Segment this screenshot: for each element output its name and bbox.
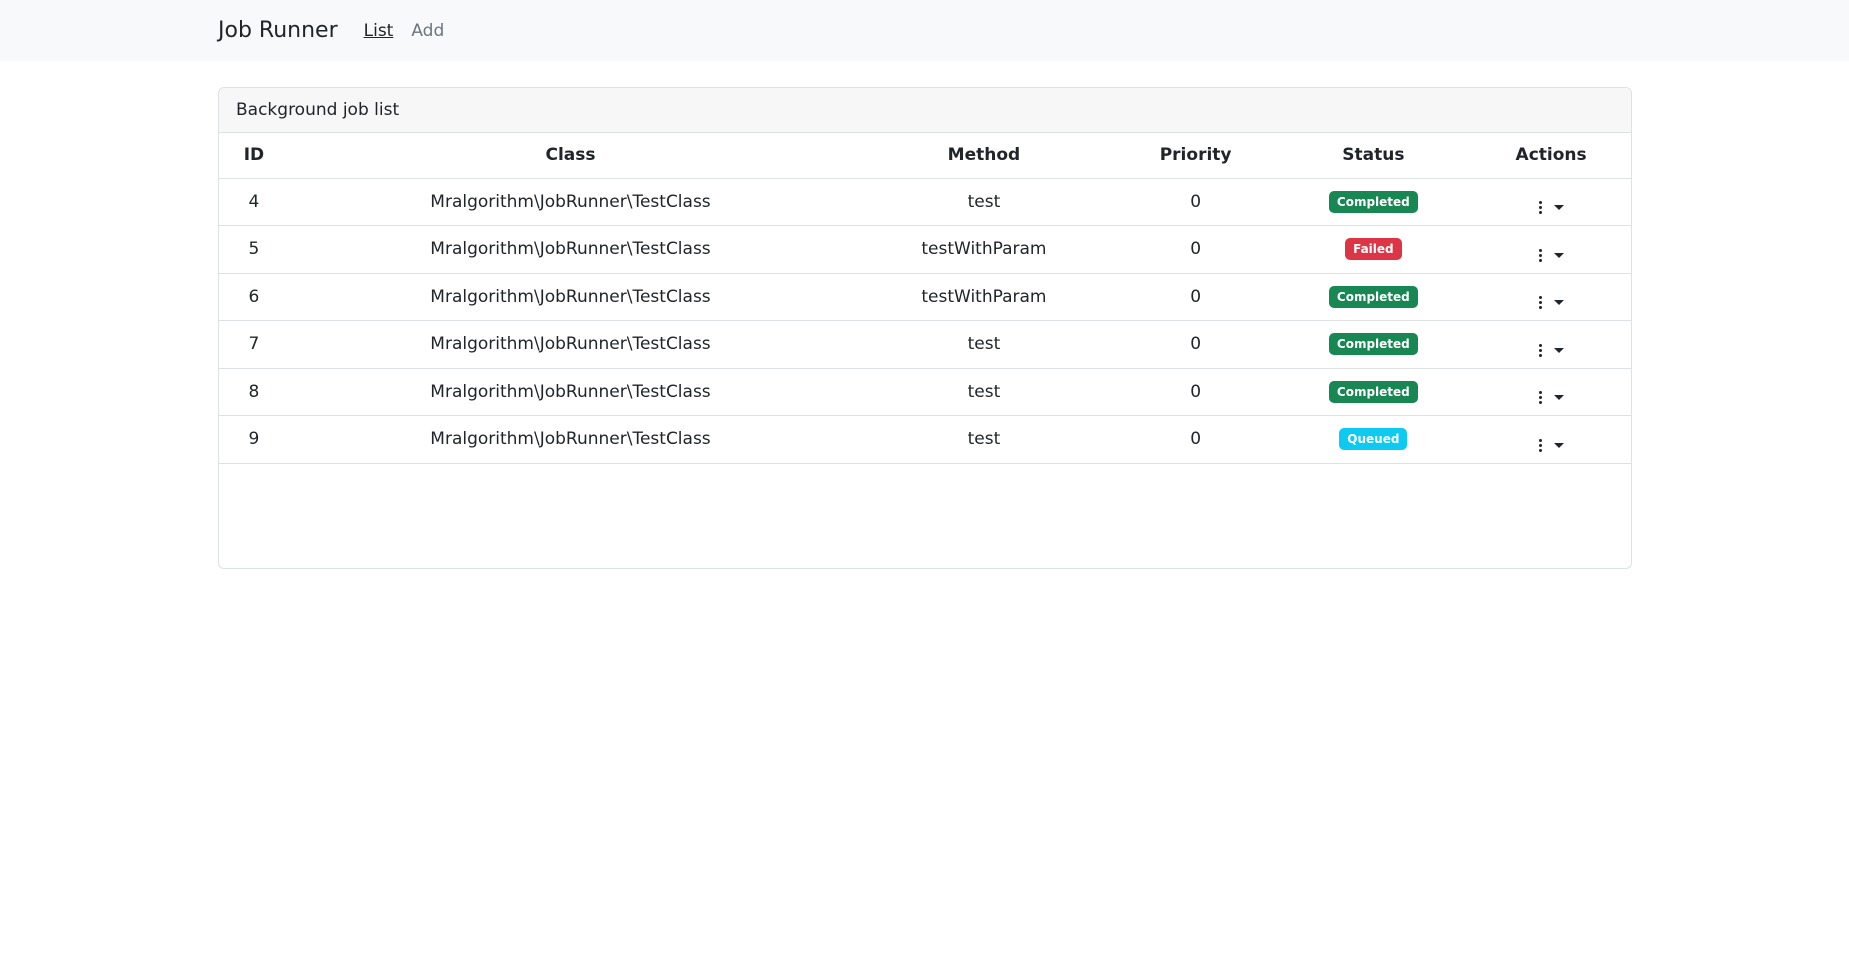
cell-method: test xyxy=(852,415,1116,464)
cell-actions xyxy=(1471,273,1631,321)
cell-priority: 0 xyxy=(1115,178,1276,226)
cell-priority: 0 xyxy=(1115,225,1276,274)
cell-class: Mralgorithm\JobRunner\TestClass xyxy=(288,273,853,321)
cell-method: test xyxy=(852,320,1116,369)
cell-id: 9 xyxy=(219,415,289,464)
status-badge: Completed xyxy=(1328,285,1418,308)
column-header-actions: Actions xyxy=(1471,133,1631,179)
cell-class: Mralgorithm\JobRunner\TestClass xyxy=(288,320,853,369)
cell-class: Mralgorithm\JobRunner\TestClass xyxy=(288,225,853,274)
kebab-menu-icon xyxy=(1538,201,1542,215)
caret-down-icon xyxy=(1553,252,1564,258)
caret-down-icon xyxy=(1553,205,1564,211)
caret-down-icon xyxy=(1553,347,1564,353)
cell-priority: 0 xyxy=(1115,273,1276,321)
table-row: 7 Mralgorithm\JobRunner\TestClass test 0 Com… xyxy=(219,320,1631,369)
actions-dropdown-button[interactable] xyxy=(1538,248,1564,262)
cell-method: test xyxy=(852,368,1116,416)
brand-title[interactable]: Job Runner xyxy=(218,18,338,43)
table-row: 9 Mralgorithm\JobRunner\TestClass test 0 Que… xyxy=(219,415,1631,464)
actions-dropdown-button[interactable] xyxy=(1538,343,1564,357)
cell-status: Completed xyxy=(1275,320,1472,369)
cell-id: 4 xyxy=(219,178,289,226)
cell-status: Failed xyxy=(1275,225,1472,274)
actions-dropdown-button[interactable] xyxy=(1538,296,1564,310)
column-header-class: Class xyxy=(288,133,853,179)
cell-actions xyxy=(1471,225,1631,274)
table-header-row: ID Class Method Priority Status Actions xyxy=(219,133,1631,179)
card-title: Background job list xyxy=(236,100,400,120)
column-header-id: ID xyxy=(219,133,289,179)
kebab-menu-icon xyxy=(1538,296,1542,310)
cell-status: Completed xyxy=(1275,368,1472,416)
table-row: 5 Mralgorithm\JobRunner\TestClass testWith… xyxy=(219,225,1631,274)
job-table: ID Class Method Priority Status Actions … xyxy=(219,133,1631,464)
cell-actions xyxy=(1471,368,1631,416)
cell-actions xyxy=(1471,178,1631,226)
top-navbar: Job Runner List Add xyxy=(0,0,1849,61)
column-header-priority: Priority xyxy=(1115,133,1276,179)
actions-dropdown-button[interactable] xyxy=(1538,201,1564,215)
cell-priority: 0 xyxy=(1115,368,1276,416)
table-row: 6 Mralgorithm\JobRunner\TestClass testWith… xyxy=(219,273,1631,321)
nav-link-list[interactable]: List xyxy=(364,21,394,41)
status-badge: Completed xyxy=(1328,190,1418,213)
table-row: 8 Mralgorithm\JobRunner\TestClass test 0 Com… xyxy=(219,368,1631,416)
cell-id: 8 xyxy=(219,368,289,416)
job-list-card: Background job list ID Class Method Prio… xyxy=(218,87,1632,569)
cell-id: 6 xyxy=(219,273,289,321)
cell-class: Mralgorithm\JobRunner\TestClass xyxy=(288,178,853,226)
status-badge: Completed xyxy=(1328,380,1418,403)
cell-id: 5 xyxy=(219,225,289,274)
cell-id: 7 xyxy=(219,320,289,369)
status-badge: Completed xyxy=(1328,333,1418,356)
table-row: 4 Mralgorithm\JobRunner\TestClass test 0 Com… xyxy=(219,178,1631,226)
caret-down-icon xyxy=(1553,300,1564,306)
caret-down-icon xyxy=(1553,442,1564,448)
cell-status: Completed xyxy=(1275,273,1472,321)
cell-priority: 0 xyxy=(1115,415,1276,464)
cell-actions xyxy=(1471,320,1631,369)
cell-actions xyxy=(1471,415,1631,464)
cell-method: test xyxy=(852,178,1116,226)
column-header-method: Method xyxy=(852,133,1116,179)
actions-dropdown-button[interactable] xyxy=(1538,438,1564,452)
cell-class: Mralgorithm\JobRunner\TestClass xyxy=(288,415,853,464)
status-badge: Queued xyxy=(1339,428,1408,451)
kebab-menu-icon xyxy=(1538,343,1542,357)
kebab-menu-icon xyxy=(1538,248,1542,262)
cell-priority: 0 xyxy=(1115,320,1276,369)
kebab-menu-icon xyxy=(1538,391,1542,405)
kebab-menu-icon xyxy=(1538,438,1542,452)
cell-method: testWithParam xyxy=(852,225,1116,274)
caret-down-icon xyxy=(1553,395,1564,401)
cell-method: testWithParam xyxy=(852,273,1116,321)
cell-status: Queued xyxy=(1275,415,1472,464)
card-header: Background job list xyxy=(219,88,1631,133)
column-header-status: Status xyxy=(1275,133,1472,179)
nav-link-add[interactable]: Add xyxy=(411,21,444,41)
actions-dropdown-button[interactable] xyxy=(1538,391,1564,405)
cell-class: Mralgorithm\JobRunner\TestClass xyxy=(288,368,853,416)
status-badge: Failed xyxy=(1345,238,1402,261)
cell-status: Completed xyxy=(1275,178,1472,226)
